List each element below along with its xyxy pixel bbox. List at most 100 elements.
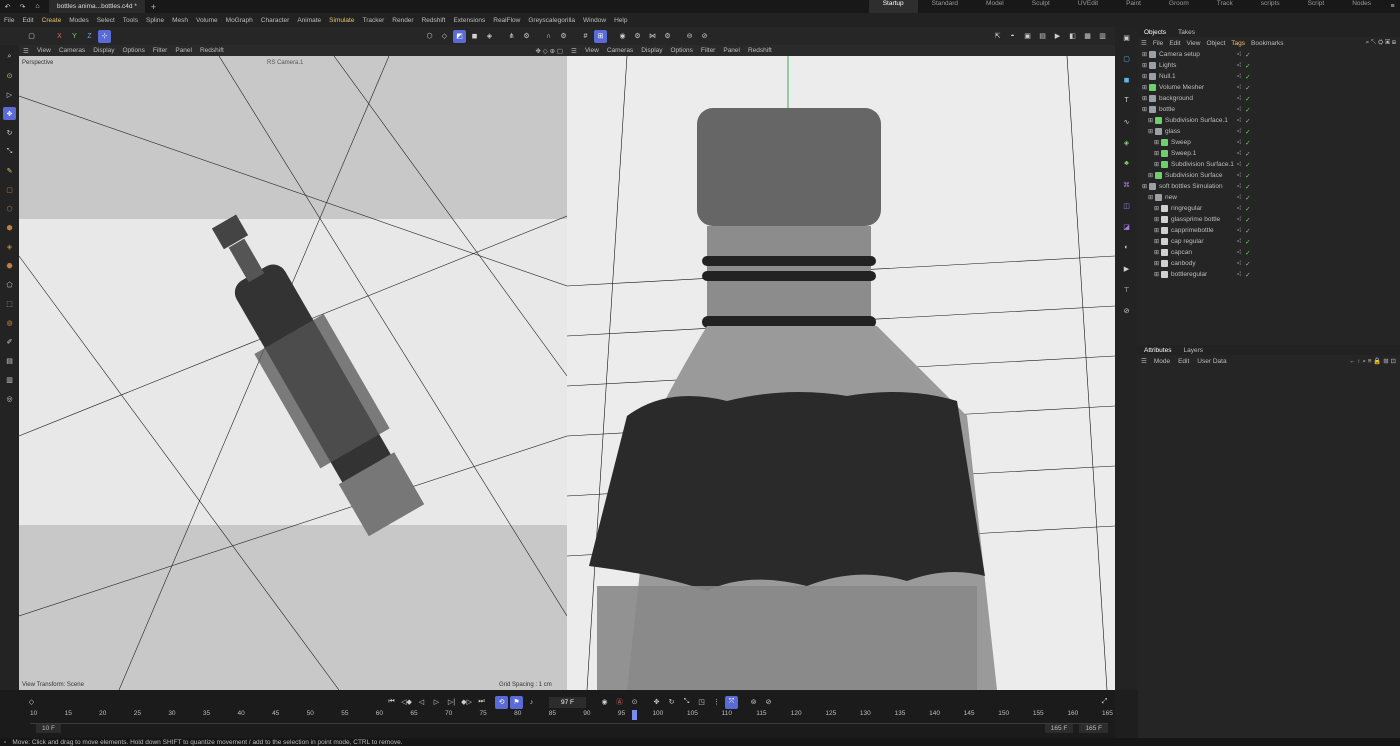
visibility-icon[interactable]: ▫⁞ bbox=[1237, 271, 1241, 278]
primitive-cube-icon[interactable]: ◼ bbox=[1120, 73, 1133, 86]
home-icon[interactable]: ⌂ bbox=[31, 0, 44, 13]
timeline-expand-icon[interactable]: ⤢ bbox=[1098, 696, 1111, 709]
left-vp-nav-icons[interactable]: ✥ ◇ ⊕ ▢ bbox=[532, 47, 567, 55]
menu-modes[interactable]: Modes bbox=[65, 17, 93, 24]
mirror-settings-icon[interactable]: ⚙ bbox=[661, 30, 674, 43]
render-icon[interactable]: ▶ bbox=[1051, 30, 1064, 43]
enabled-check-icon[interactable]: ✓ bbox=[1245, 227, 1250, 235]
model-mode-icon[interactable]: ◼ bbox=[468, 30, 481, 43]
text-icon[interactable]: T bbox=[1120, 94, 1133, 107]
obj-menu-edit[interactable]: Edit bbox=[1166, 40, 1183, 47]
object-row[interactable]: ⊞ Camera setup ▫⁞ ✓ bbox=[1140, 49, 1400, 60]
enabled-check-icon[interactable]: ✓ bbox=[1245, 62, 1250, 70]
expand-icon[interactable]: ⊞ bbox=[1154, 216, 1159, 223]
object-flags[interactable]: ▫⁞ ✓ bbox=[1237, 106, 1251, 114]
obj-menu-tags[interactable]: Tags bbox=[1228, 40, 1248, 47]
object-name[interactable]: Volume Mesher bbox=[1159, 84, 1204, 91]
object-row[interactable]: ⊞ Subdivision Surface ▫⁞ ✓ bbox=[1140, 170, 1400, 181]
snap-icon[interactable]: ⋔ bbox=[505, 30, 518, 43]
object-row[interactable]: ⊞ new ▫⁞ ✓ bbox=[1140, 192, 1400, 203]
ws-sculpt[interactable]: Sculpt bbox=[1018, 0, 1064, 13]
object-name[interactable]: Sweep.1 bbox=[1171, 150, 1196, 157]
object-flags[interactable]: ▫⁞ ✓ bbox=[1237, 183, 1251, 191]
enabled-check-icon[interactable]: ✓ bbox=[1245, 117, 1250, 125]
fps-icon[interactable]: ⚑ bbox=[510, 695, 523, 709]
go-to-start-icon[interactable]: ⏮ bbox=[385, 696, 398, 709]
edge-mode-icon[interactable]: ⬢ bbox=[3, 221, 16, 234]
menu-realflow[interactable]: RealFlow bbox=[489, 17, 524, 24]
object-row[interactable]: ⊞ Subdivision Surface.1 ▫⁞ ✓ bbox=[1140, 115, 1400, 126]
object-flags[interactable]: ▫⁞ ✓ bbox=[1237, 62, 1251, 70]
axis-x-button[interactable]: X bbox=[53, 30, 66, 43]
ws-startup[interactable]: Startup bbox=[868, 0, 918, 13]
timeline-ruler[interactable]: 10 15 20 25 30 35 40 45 50 55 60 65 70 75 80 85 90 95 100 1… bbox=[30, 710, 1113, 724]
object-name[interactable]: new bbox=[1165, 194, 1177, 201]
right-vp-view[interactable]: View bbox=[581, 47, 603, 54]
attr-menu-userdata[interactable]: User Data bbox=[1193, 358, 1230, 365]
visibility-icon[interactable]: ▫⁞ bbox=[1237, 62, 1241, 69]
object-row[interactable]: ⊞ Sweep ▫⁞ ✓ bbox=[1140, 137, 1400, 148]
right-vp-filter[interactable]: Filter bbox=[697, 47, 719, 54]
visibility-icon[interactable]: ▫⁞ bbox=[1237, 238, 1241, 245]
enabled-check-icon[interactable]: ✓ bbox=[1245, 84, 1250, 92]
ws-scripts[interactable]: scripts bbox=[1247, 0, 1294, 13]
object-row[interactable]: ⊞ bottleregular ▫⁞ ✓ bbox=[1140, 269, 1400, 280]
visibility-icon[interactable]: ▫⁞ bbox=[1237, 106, 1241, 113]
layers-icon[interactable]: ▥ bbox=[3, 373, 16, 386]
deformer-icon[interactable]: ⌘ bbox=[1120, 178, 1133, 191]
object-row[interactable]: ⊞ ringregular ▫⁞ ✓ bbox=[1140, 203, 1400, 214]
object-row[interactable]: ⊞ canbody ▫⁞ ✓ bbox=[1140, 258, 1400, 269]
loop-icon[interactable]: ⟲ bbox=[495, 695, 508, 709]
undo-icon[interactable]: ▢ bbox=[25, 30, 38, 43]
attr-menu-edit[interactable]: Edit bbox=[1174, 358, 1193, 365]
field-icon[interactable]: ◫ bbox=[1120, 199, 1133, 212]
grid-icon[interactable]: # bbox=[579, 30, 592, 43]
forward-icon[interactable]: ↷ bbox=[16, 0, 29, 13]
symmetry-settings-icon[interactable]: ⚙ bbox=[631, 30, 644, 43]
object-row[interactable]: ⊞ Volume Mesher ▫⁞ ✓ bbox=[1140, 82, 1400, 93]
menu-help[interactable]: Help bbox=[610, 17, 631, 24]
scale-key-icon[interactable]: ⤡ bbox=[680, 696, 693, 709]
enabled-check-icon[interactable]: ✓ bbox=[1245, 249, 1250, 257]
cloner-icon[interactable]: ♣ bbox=[1120, 157, 1133, 170]
visibility-icon[interactable]: ▫⁞ bbox=[1237, 172, 1241, 179]
ws-paint[interactable]: Paint bbox=[1112, 0, 1155, 13]
ws-nodes[interactable]: Nodes bbox=[1338, 0, 1385, 13]
magnet-settings-icon[interactable]: ⚙ bbox=[557, 30, 570, 43]
texture-icon[interactable]: ▤ bbox=[3, 354, 16, 367]
points-mode-icon[interactable]: ⬡ bbox=[423, 30, 436, 43]
left-vp-panel[interactable]: Panel bbox=[171, 47, 196, 54]
timeline-settings-icon[interactable]: ⊘ bbox=[762, 696, 775, 709]
menu-tracker[interactable]: Tracker bbox=[358, 17, 388, 24]
object-flags[interactable]: ▫⁞ ✓ bbox=[1237, 271, 1251, 279]
object-name[interactable]: soft bottles Simulation bbox=[1159, 183, 1223, 190]
left-vp-cameras[interactable]: Cameras bbox=[55, 47, 89, 54]
object-row[interactable]: ⊞ Lights ▫⁞ ✓ bbox=[1140, 60, 1400, 71]
ws-model[interactable]: Model bbox=[972, 0, 1018, 13]
polygon-mode-icon[interactable]: ◈ bbox=[3, 240, 16, 253]
object-name[interactable]: background bbox=[1159, 95, 1193, 102]
tweak-mode-icon[interactable]: ⬚ bbox=[3, 297, 16, 310]
render-settings-icon[interactable]: ▣ bbox=[1021, 30, 1034, 43]
object-flags[interactable]: ▫⁞ ✓ bbox=[1237, 227, 1251, 235]
edges-mode-icon[interactable]: ◇ bbox=[438, 30, 451, 43]
object-row[interactable]: ⊞ capcan ▫⁞ ✓ bbox=[1140, 247, 1400, 258]
ws-script[interactable]: Script bbox=[1294, 0, 1339, 13]
menu-character[interactable]: Character bbox=[257, 17, 294, 24]
menu-volume[interactable]: Volume bbox=[192, 17, 222, 24]
object-row[interactable]: ⊞ glass ▫⁞ ✓ bbox=[1140, 126, 1400, 137]
uv-polygon-icon[interactable]: ⬠ bbox=[3, 278, 16, 291]
expand-icon[interactable]: ⊞ bbox=[1142, 95, 1147, 102]
obj-menu-view[interactable]: View bbox=[1184, 40, 1204, 47]
enabled-check-icon[interactable]: ✓ bbox=[1245, 128, 1250, 136]
object-name[interactable]: Subdivision Surface.1 bbox=[1165, 117, 1228, 124]
expand-icon[interactable]: ⊞ bbox=[1154, 260, 1159, 267]
object-row[interactable]: ⊞ Null.1 ▫⁞ ✓ bbox=[1140, 71, 1400, 82]
expand-icon[interactable]: ⊞ bbox=[1154, 205, 1159, 212]
visibility-icon[interactable]: ▫⁞ bbox=[1237, 260, 1241, 267]
lock-icon[interactable]: ⊖ bbox=[683, 30, 696, 43]
menu-extensions[interactable]: Extensions bbox=[449, 17, 489, 24]
axis-z-button[interactable]: Z bbox=[83, 30, 96, 43]
transform-icon[interactable]: ✎ bbox=[3, 164, 16, 177]
uv-mode-icon[interactable]: ◈ bbox=[483, 30, 496, 43]
